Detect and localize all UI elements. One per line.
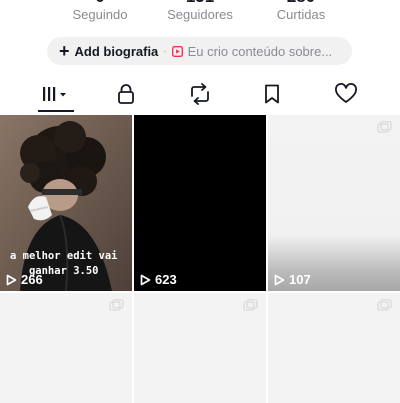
view-count: 266 bbox=[6, 272, 43, 287]
view-count-value: 107 bbox=[289, 272, 311, 287]
draft-icon bbox=[243, 299, 258, 311]
video-play-icon bbox=[171, 45, 183, 57]
video-thumbnail[interactable]: 107 bbox=[268, 115, 400, 291]
tab-favorites[interactable] bbox=[232, 76, 312, 112]
view-count: 623 bbox=[140, 272, 177, 287]
followers-label: Seguidores bbox=[167, 7, 233, 22]
bio-separator: · bbox=[163, 45, 167, 57]
repost-icon bbox=[191, 83, 209, 105]
view-count-value: 266 bbox=[21, 272, 43, 287]
play-icon bbox=[274, 274, 285, 285]
likes-stat[interactable]: 280 Curtidas bbox=[246, 0, 356, 24]
play-icon bbox=[140, 274, 151, 285]
bio-description: Eu crio conteúdo sobre... bbox=[187, 43, 333, 59]
following-stat[interactable]: 0 Seguindo bbox=[45, 0, 155, 24]
video-thumbnail[interactable] bbox=[134, 293, 266, 403]
tab-reposts[interactable] bbox=[160, 76, 240, 112]
video-thumbnail[interactable]: 623 bbox=[134, 115, 266, 291]
add-bio-label: Add biografia bbox=[74, 43, 159, 59]
draft-icon bbox=[109, 299, 124, 311]
video-thumbnail[interactable]: a melhor edit vai ganhar 3.50 266 bbox=[0, 115, 132, 291]
likes-count: 280 bbox=[246, 0, 356, 5]
followers-stat[interactable]: 151 Seguidores bbox=[145, 0, 255, 24]
video-thumbnail[interactable] bbox=[268, 293, 400, 403]
draft-icon bbox=[377, 121, 392, 133]
view-count: 107 bbox=[274, 272, 311, 287]
bookmark-icon bbox=[265, 84, 279, 104]
profile-stats: 0 Seguindo 151 Seguidores 280 Curtidas bbox=[0, 0, 400, 24]
plus-icon: + bbox=[59, 41, 70, 61]
profile-tabs bbox=[0, 76, 400, 112]
followers-count: 151 bbox=[145, 0, 255, 5]
add-bio-button[interactable]: + Add biografia · Eu crio conteúdo sobre… bbox=[47, 37, 352, 65]
tab-private[interactable] bbox=[86, 76, 166, 112]
tab-liked[interactable] bbox=[306, 76, 386, 112]
tab-videos[interactable] bbox=[16, 76, 96, 112]
video-thumbnail[interactable] bbox=[0, 293, 132, 403]
grid-icon bbox=[43, 87, 66, 101]
play-icon bbox=[6, 274, 17, 285]
heart-icon bbox=[335, 83, 357, 103]
draft-icon bbox=[377, 299, 392, 311]
likes-label: Curtidas bbox=[276, 7, 326, 22]
following-label: Seguindo bbox=[72, 7, 128, 22]
view-count-value: 623 bbox=[155, 272, 177, 287]
lock-icon bbox=[118, 84, 134, 104]
selected-tab-indicator bbox=[38, 110, 74, 112]
following-count: 0 bbox=[45, 0, 155, 5]
